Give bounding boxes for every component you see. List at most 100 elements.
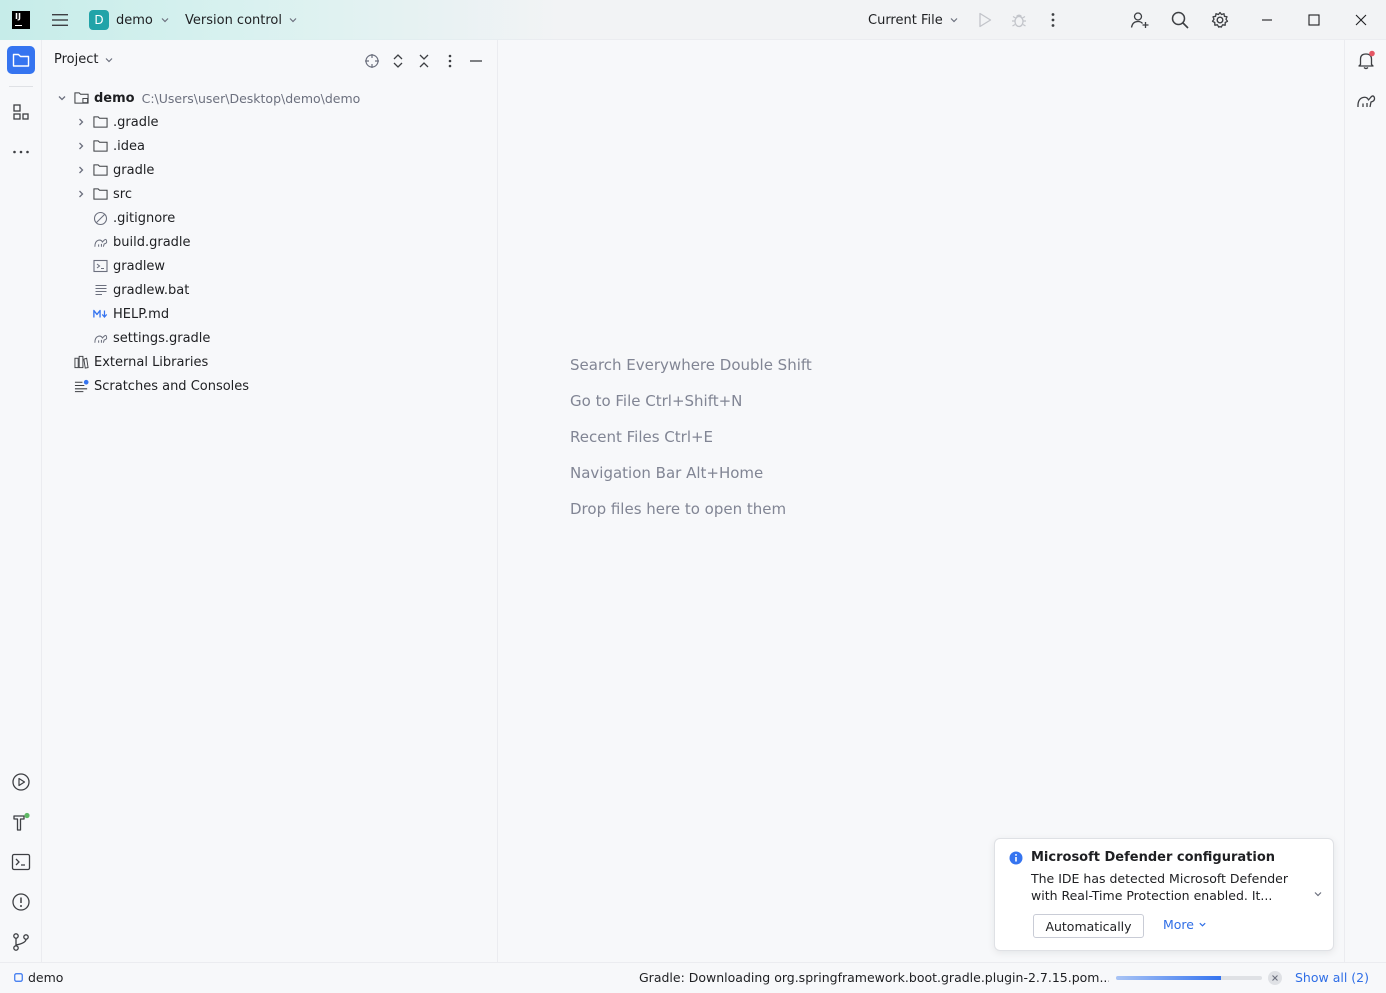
tree-item-idea[interactable]: .idea <box>74 134 145 158</box>
project-tool-window-button[interactable] <box>7 46 35 74</box>
tree-item-demo[interactable]: demo C:\Users\user\Desktop\demo\demo <box>55 86 360 110</box>
libraries-icon <box>74 355 89 370</box>
more-actions-button[interactable] <box>1041 0 1065 40</box>
problems-warning-icon <box>12 893 30 911</box>
tree-item-build-gradle[interactable]: build.gradle <box>93 230 191 254</box>
notification-title: Microsoft Defender configuration <box>1031 850 1276 865</box>
info-icon <box>1009 851 1023 865</box>
maximize-icon <box>1308 14 1320 26</box>
shell-script-icon <box>93 259 108 274</box>
tree-item-settings-gradle[interactable]: settings.gradle <box>93 326 210 350</box>
structure-tool-window-button[interactable] <box>7 98 35 126</box>
panel-options-button[interactable] <box>439 50 461 72</box>
gradle-file-icon <box>93 331 108 346</box>
tree-item-help-md[interactable]: HELP.md <box>93 302 169 326</box>
tree-item-label: .gradle <box>113 114 159 130</box>
maximize-window-button[interactable] <box>1302 0 1326 40</box>
gear-icon <box>1211 11 1229 28</box>
terminal-tool-window-button[interactable] <box>7 848 35 876</box>
ignore-file-icon <box>93 211 108 226</box>
gradle-elephant-icon <box>1357 95 1376 108</box>
chevron-right-icon[interactable] <box>74 163 88 177</box>
select-opened-file-button[interactable] <box>361 50 383 72</box>
horizontal-dots-icon <box>13 150 29 154</box>
tree-item-path: C:\Users\user\Desktop\demo\demo <box>141 90 361 106</box>
problems-tool-window-button[interactable] <box>7 888 35 916</box>
collapse-all-button[interactable] <box>413 50 435 72</box>
debug-button[interactable] <box>1007 0 1031 40</box>
folder-icon <box>93 187 108 202</box>
tree-item-external-libraries[interactable]: External Libraries <box>74 350 208 374</box>
project-widget[interactable]: D demo <box>89 0 170 40</box>
notifications-button[interactable] <box>1352 46 1380 74</box>
minimize-icon <box>1262 19 1272 21</box>
logo-text: IJ <box>15 12 21 21</box>
chevron-down-icon <box>950 18 958 23</box>
folder-icon <box>93 163 108 178</box>
cancel-task-button[interactable] <box>1268 971 1282 985</box>
editor-empty-area[interactable]: Search Everywhere Double Shift Go to Fil… <box>498 40 1344 962</box>
automatically-button[interactable]: Automatically <box>1033 914 1144 938</box>
vertical-dots-icon <box>448 54 452 68</box>
gradle-tool-window-button[interactable] <box>1352 86 1380 114</box>
tree-item-label: build.gradle <box>113 234 191 250</box>
chevron-right-icon[interactable] <box>74 187 88 201</box>
run-configuration-selector[interactable]: Current File <box>868 0 959 40</box>
markdown-file-icon <box>93 307 108 322</box>
project-badge: D <box>89 10 109 30</box>
hide-panel-button[interactable] <box>465 50 487 72</box>
more-actions-link[interactable]: More <box>1163 917 1207 932</box>
project-panel-title: Project <box>54 52 99 67</box>
expand-all-button[interactable] <box>387 50 409 72</box>
tree-item-gradlew[interactable]: gradlew <box>93 254 165 278</box>
tree-item-label: demo <box>94 90 135 106</box>
tree-item-gitignore[interactable]: .gitignore <box>93 206 175 230</box>
chevron-down-icon <box>1199 922 1206 927</box>
project-view-selector[interactable]: Project <box>54 52 114 67</box>
intellij-logo[interactable]: IJ <box>12 11 30 29</box>
run-button[interactable] <box>973 0 997 40</box>
background-task-progress-bar[interactable] <box>1116 976 1262 980</box>
git-branch-icon <box>13 933 29 951</box>
hint-go-to-file: Go to File Ctrl+Shift+N <box>570 392 743 410</box>
chevron-right-icon[interactable] <box>74 115 88 129</box>
strip-separator <box>9 86 33 87</box>
vertical-dots-icon <box>1051 13 1055 27</box>
status-bar: demo Gradle: Downloading org.springframe… <box>0 962 1386 993</box>
main-menu-button[interactable] <box>50 0 70 40</box>
notification-body: The IDE has detected Microsoft Defender … <box>1031 871 1289 903</box>
add-user-icon <box>1130 12 1149 28</box>
status-bar-project[interactable]: demo <box>14 970 63 985</box>
background-task-text[interactable]: Gradle: Downloading org.springframework.… <box>639 970 1109 985</box>
tree-item-src[interactable]: src <box>74 182 132 206</box>
tree-item-gradle-cache[interactable]: .gradle <box>74 110 159 134</box>
services-tool-window-button[interactable] <box>7 768 35 796</box>
tree-item-gradlew-bat[interactable]: gradlew.bat <box>93 278 189 302</box>
tree-item-label: HELP.md <box>113 306 170 322</box>
minimize-window-button[interactable] <box>1255 0 1279 40</box>
tree-item-label: gradlew <box>113 258 166 274</box>
code-with-me-button[interactable] <box>1128 0 1152 40</box>
search-everywhere-button[interactable] <box>1168 0 1192 40</box>
hint-drop-files: Drop files here to open them <box>570 500 787 518</box>
more-tool-windows-button[interactable] <box>7 138 35 166</box>
tree-item-label: settings.gradle <box>113 330 211 346</box>
folder-icon <box>93 115 108 130</box>
version-control-widget[interactable]: Version control <box>185 0 298 40</box>
settings-button[interactable] <box>1208 0 1232 40</box>
tree-item-label: gradlew.bat <box>113 282 190 298</box>
close-window-button[interactable] <box>1349 0 1373 40</box>
collapse-all-icon <box>419 54 429 68</box>
services-icon <box>12 773 30 791</box>
chevron-right-icon[interactable] <box>74 139 88 153</box>
build-tool-window-button[interactable] <box>7 808 35 836</box>
structure-icon <box>13 104 29 120</box>
expand-notification-chevron-icon[interactable] <box>1313 889 1323 899</box>
title-bar: IJ D demo Version control Current File <box>0 0 1386 40</box>
git-tool-window-button[interactable] <box>7 928 35 956</box>
tree-item-scratches-and-consoles[interactable]: Scratches and Consoles <box>74 374 249 398</box>
tree-item-label: .gitignore <box>113 210 176 226</box>
show-all-tasks-link[interactable]: Show all (2) <box>1295 970 1369 985</box>
chevron-down-icon[interactable] <box>55 91 69 105</box>
tree-item-gradle[interactable]: gradle <box>74 158 154 182</box>
